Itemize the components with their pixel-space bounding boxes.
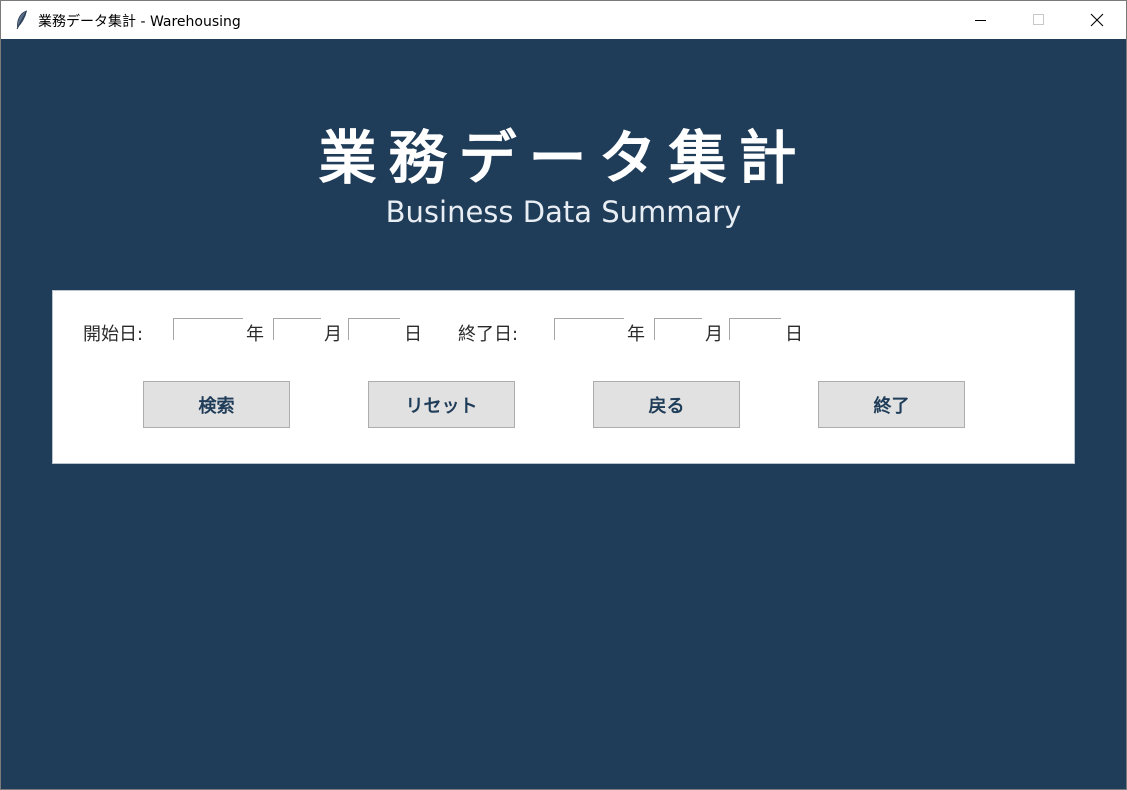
minimize-icon[interactable] bbox=[951, 1, 1009, 39]
start-year-field[interactable] bbox=[173, 318, 243, 340]
end-month-field[interactable] bbox=[654, 318, 702, 340]
end-day-field[interactable] bbox=[729, 318, 781, 340]
end-year-field[interactable] bbox=[554, 318, 624, 340]
page-title: 業務データ集計 bbox=[318, 124, 809, 192]
end-day-unit: 日 bbox=[785, 324, 803, 345]
page-subtitle: Business Data Summary bbox=[385, 195, 742, 229]
start-day-unit: 日 bbox=[404, 324, 422, 345]
reset-button[interactable]: リセット bbox=[368, 381, 515, 428]
date-range-panel: 開始日: 年 月 日 終了日: 年 月 日 検索 リセット 戻る 終了 bbox=[52, 290, 1075, 464]
start-year-unit: 年 bbox=[246, 324, 264, 345]
search-button[interactable]: 検索 bbox=[143, 381, 290, 428]
start-day-field[interactable] bbox=[348, 318, 400, 340]
end-year-unit: 年 bbox=[627, 324, 645, 345]
back-button[interactable]: 戻る bbox=[593, 381, 740, 428]
end-date-label: 終了日: bbox=[458, 324, 519, 345]
end-month-unit: 月 bbox=[705, 324, 723, 345]
start-date-label: 開始日: bbox=[83, 324, 144, 345]
title-bar[interactable]: 業務データ集計 - Warehousing bbox=[1, 1, 1126, 39]
maximize-icon[interactable] bbox=[1009, 1, 1067, 39]
start-month-unit: 月 bbox=[324, 324, 342, 345]
start-month-field[interactable] bbox=[273, 318, 321, 340]
feather-icon bbox=[14, 10, 30, 30]
close-icon[interactable] bbox=[1067, 1, 1125, 39]
window-title: 業務データ集計 - Warehousing bbox=[38, 14, 241, 30]
app-window: 業務データ集計 - Warehousing 業務データ集計 Business D… bbox=[0, 0, 1127, 790]
exit-button[interactable]: 終了 bbox=[818, 381, 965, 428]
